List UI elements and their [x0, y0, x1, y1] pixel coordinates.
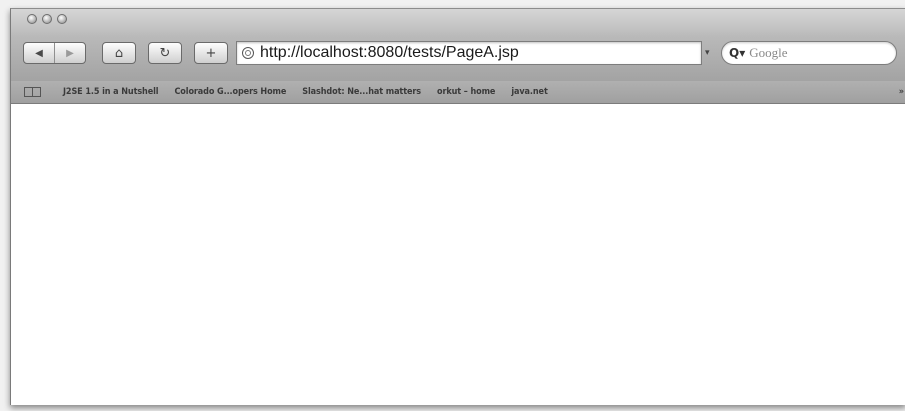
zoom-window-button[interactable]: [57, 14, 67, 24]
browser-window: ◀ ▶ ⌂ ↻ + http://localhost:8080/tests/Pa…: [10, 8, 905, 405]
bookmark-item[interactable]: Slashdot: Ne...hat matters: [302, 87, 421, 97]
navigation-toolbar: ◀ ▶ ⌂ ↻ + http://localhost:8080/tests/Pa…: [11, 37, 905, 81]
bookmarks-bar: J2SE 1.5 in a Nutshell Colorado G...oper…: [11, 81, 905, 104]
reload-icon: ↻: [159, 45, 171, 61]
close-window-button[interactable]: [27, 14, 37, 24]
bookmarks-overflow-icon[interactable]: »: [899, 87, 904, 97]
back-button[interactable]: ◀: [24, 43, 54, 63]
address-bar[interactable]: http://localhost:8080/tests/PageA.jsp: [236, 41, 702, 65]
bookmarks-book-icon[interactable]: [24, 87, 41, 97]
back-arrow-icon: ◀: [35, 47, 43, 59]
bookmark-item[interactable]: java.net: [511, 87, 547, 97]
search-icon[interactable]: Q▾: [729, 46, 745, 60]
home-button[interactable]: ⌂: [102, 42, 136, 64]
address-dropdown-icon[interactable]: ▾: [705, 48, 710, 58]
bookmark-item[interactable]: orkut – home: [437, 87, 495, 97]
title-bar: [11, 9, 905, 37]
minimize-window-button[interactable]: [42, 14, 52, 24]
page-content-area: [11, 104, 905, 405]
bookmark-item[interactable]: J2SE 1.5 in a Nutshell: [63, 87, 159, 97]
reload-button[interactable]: ↻: [148, 42, 182, 64]
plus-icon: +: [205, 45, 217, 61]
home-icon: ⌂: [114, 45, 124, 61]
forward-button[interactable]: ▶: [54, 43, 85, 63]
screenshot-page: ◀ ▶ ⌂ ↻ + http://localhost:8080/tests/Pa…: [0, 0, 905, 411]
globe-icon: [242, 47, 254, 59]
address-bar-url[interactable]: http://localhost:8080/tests/PageA.jsp: [260, 44, 519, 62]
search-input[interactable]: [749, 45, 880, 61]
bookmark-item[interactable]: Colorado G...opers Home: [174, 87, 286, 97]
back-forward-button-group: ◀ ▶: [23, 42, 86, 64]
forward-arrow-icon: ▶: [66, 47, 74, 59]
add-bookmark-button[interactable]: +: [194, 42, 228, 64]
search-box[interactable]: Q▾: [721, 41, 897, 65]
